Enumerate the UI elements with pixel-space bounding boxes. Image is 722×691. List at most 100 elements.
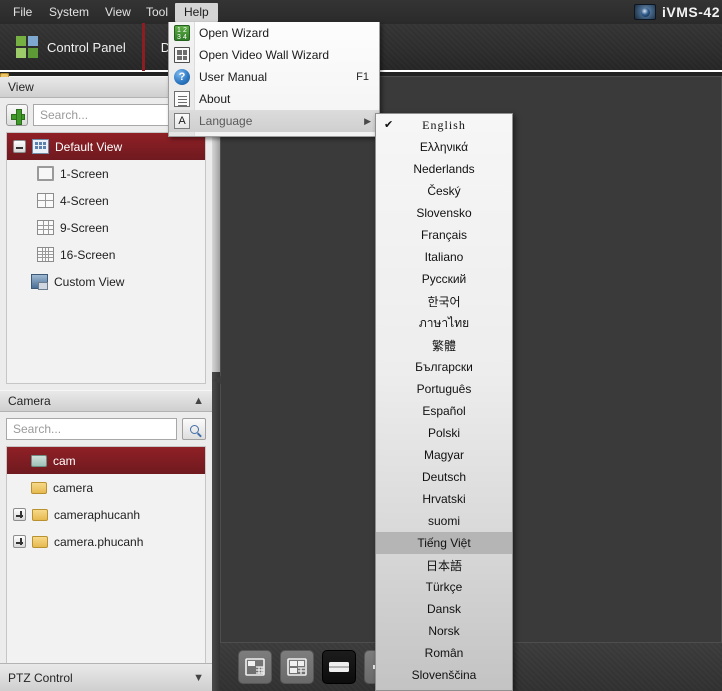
camera-panel-header[interactable]: Camera ▲: [0, 390, 212, 412]
language-option-5[interactable]: Français: [376, 224, 512, 246]
tree-node-default-view[interactable]: Default View: [7, 133, 205, 160]
tab-control-panel[interactable]: Control Panel: [0, 23, 145, 71]
language-option-label: ภาษาไทย: [419, 314, 469, 333]
language-option-25[interactable]: Slovenščina: [376, 664, 512, 686]
menubar-item-view[interactable]: View: [96, 3, 140, 22]
expander-plus-icon[interactable]: [13, 508, 26, 521]
chevron-down-icon[interactable]: ▼: [193, 672, 204, 684]
language-option-21[interactable]: Türkçe: [376, 576, 512, 598]
menu-item-user-manual[interactable]: ? User Manual F1: [169, 66, 379, 88]
menubar-item-system[interactable]: System: [40, 3, 98, 22]
folder-icon: [31, 482, 47, 494]
camera-node-camera-phucanh[interactable]: camera.phucanh: [7, 528, 205, 555]
camera-node-cameraphucanh[interactable]: cameraphucanh: [7, 501, 205, 528]
menu-item-open-wizard[interactable]: 1234 Open Wizard: [169, 22, 379, 44]
camera-node-cam[interactable]: cam: [7, 447, 205, 474]
screen-4-icon: [37, 193, 54, 208]
layout-right-icon[interactable]: [280, 650, 314, 684]
language-option-18[interactable]: suomi: [376, 510, 512, 532]
camera-node-label: camera.phucanh: [54, 535, 143, 549]
language-option-1[interactable]: Ελληνικά: [376, 136, 512, 158]
expander-plus-icon[interactable]: [13, 535, 26, 548]
language-option-label: 日本語: [426, 557, 462, 574]
language-option-23[interactable]: Norsk: [376, 620, 512, 642]
tree-node-9-screen[interactable]: 9-Screen: [7, 214, 205, 241]
language-option-12[interactable]: Português: [376, 378, 512, 400]
expander-minus-icon[interactable]: [13, 140, 26, 153]
language-option-10[interactable]: 繁體: [376, 334, 512, 356]
menu-item-label: Open Wizard: [199, 26, 269, 40]
language-option-2[interactable]: Nederlands: [376, 158, 512, 180]
menu-item-open-video-wall-wizard[interactable]: Open Video Wall Wizard: [169, 44, 379, 66]
language-option-15[interactable]: Magyar: [376, 444, 512, 466]
view-tree[interactable]: Default View 1-Screen 4-Screen 9-Screen: [6, 132, 206, 384]
camera-search-input[interactable]: Search...: [6, 418, 177, 440]
language-option-label: Nederlands: [413, 162, 474, 176]
language-option-16[interactable]: Deutsch: [376, 466, 512, 488]
control-panel-icon: [16, 36, 38, 58]
menubar: File System View Tool Help iVMS-42: [0, 0, 722, 24]
language-option-label: Český: [427, 184, 460, 198]
language-option-8[interactable]: 한국어: [376, 290, 512, 312]
tree-node-1-screen[interactable]: 1-Screen: [7, 160, 205, 187]
language-option-24[interactable]: Român: [376, 642, 512, 664]
language-option-label: Русский: [422, 272, 467, 286]
menu-item-label: Open Video Wall Wizard: [199, 48, 329, 62]
collapse-panel-arrow-icon[interactable]: ◀: [213, 374, 220, 386]
language-option-label: English: [422, 118, 466, 133]
language-option-0[interactable]: ✔ English: [376, 114, 512, 136]
menu-item-language[interactable]: A Language ▶: [169, 110, 379, 132]
language-option-22[interactable]: Dansk: [376, 598, 512, 620]
language-option-label: Polski: [428, 426, 460, 440]
language-option-4[interactable]: Slovensko: [376, 202, 512, 224]
language-option-7[interactable]: Русский: [376, 268, 512, 290]
language-option-13[interactable]: Español: [376, 400, 512, 422]
tab-control-panel-label: Control Panel: [47, 40, 126, 55]
stop-all-icon[interactable]: [322, 650, 356, 684]
chevron-up-icon[interactable]: ▲: [193, 395, 204, 407]
tree-node-label: Custom View: [54, 275, 124, 289]
video-wall-icon: [174, 47, 190, 63]
menubar-item-help[interactable]: Help: [175, 3, 218, 22]
language-option-19[interactable]: Tiếng Việt: [376, 532, 512, 554]
language-option-6[interactable]: Italiano: [376, 246, 512, 268]
tree-node-label: 16-Screen: [60, 248, 115, 262]
camera-tree[interactable]: cam camera cameraphucanh camera.phucanh: [6, 446, 206, 664]
layout-left-icon[interactable]: [238, 650, 272, 684]
ptz-panel-header[interactable]: PTZ Control ▼: [0, 663, 212, 691]
language-option-label: Dansk: [427, 602, 461, 616]
language-option-14[interactable]: Polski: [376, 422, 512, 444]
menu-item-about[interactable]: About: [169, 88, 379, 110]
camera-search-row: Search...: [0, 412, 212, 446]
language-option-9[interactable]: ภาษาไทย: [376, 312, 512, 334]
language-option-label: Français: [421, 228, 467, 242]
magnifier-icon[interactable]: [182, 418, 206, 440]
tree-node-16-screen[interactable]: 16-Screen: [7, 241, 205, 268]
language-option-11[interactable]: Български: [376, 356, 512, 378]
language-option-17[interactable]: Hrvatski: [376, 488, 512, 510]
plus-icon[interactable]: [6, 104, 28, 126]
language-option-label: Slovenščina: [412, 668, 477, 682]
camera-logo-icon: [634, 4, 656, 20]
language-option-label: 繁體: [432, 337, 456, 354]
folder-icon: [32, 509, 48, 521]
tree-node-4-screen[interactable]: 4-Screen: [7, 187, 205, 214]
language-option-label: Español: [422, 404, 465, 418]
language-submenu: ✔ English Ελληνικά Nederlands Český Slovensko…: [375, 113, 513, 691]
view-panel-title: View: [8, 80, 34, 94]
language-option-label: Slovensko: [416, 206, 471, 220]
camera-node-label: cameraphucanh: [54, 508, 140, 522]
checkmark-icon: ✔: [384, 114, 394, 136]
language-option-label: Român: [425, 646, 464, 660]
tree-node-custom-view[interactable]: Custom View: [7, 268, 205, 295]
ptz-panel-title: PTZ Control: [8, 671, 73, 685]
menubar-item-file[interactable]: File: [4, 3, 41, 22]
camera-node-camera[interactable]: camera: [7, 474, 205, 501]
language-option-3[interactable]: Český: [376, 180, 512, 202]
folder-open-icon: [31, 455, 47, 467]
menubar-item-tool[interactable]: Tool: [137, 3, 177, 22]
language-option-label: Български: [415, 360, 473, 374]
custom-view-icon: [31, 274, 48, 289]
language-option-20[interactable]: 日本語: [376, 554, 512, 576]
tree-node-label: 9-Screen: [60, 221, 109, 235]
